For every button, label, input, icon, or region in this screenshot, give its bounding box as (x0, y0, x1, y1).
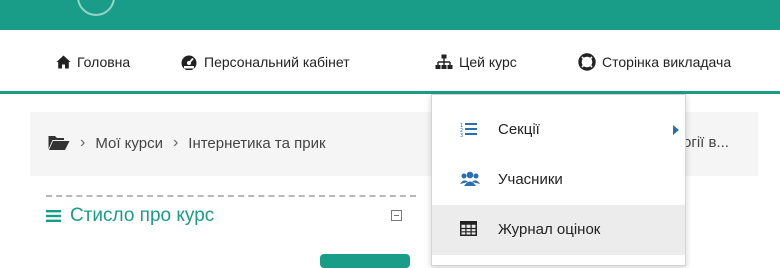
table-icon (460, 221, 477, 240)
nav-dashboard[interactable]: Персональний кабінет (180, 52, 350, 72)
sitemap-icon (435, 54, 453, 69)
bars-icon (46, 210, 61, 222)
nav-home[interactable]: Головна (56, 52, 130, 72)
nav-this-course[interactable]: Цей курс (435, 52, 517, 72)
nav-teacher-page[interactable]: Сторінка викладача (578, 52, 731, 72)
site-header (0, 0, 780, 30)
block-divider (46, 195, 416, 197)
svg-text:3: 3 (460, 133, 463, 137)
dropdown-item-label: Журнал оцінок (498, 221, 601, 238)
list-ol-icon: 1 2 3 (460, 121, 478, 141)
nav-this-course-label: Цей курс (459, 54, 517, 70)
dropdown-item-participants[interactable]: Учасники (432, 155, 685, 205)
home-icon (56, 55, 71, 69)
users-icon (460, 171, 480, 191)
dropdown-item-sections[interactable]: 1 2 3 Секції (432, 105, 685, 155)
breadcrumb-course-tail[interactable]: огії в... (683, 134, 729, 151)
dashboard-icon (181, 55, 197, 70)
nav-teacher-page-label: Сторінка викладача (602, 54, 732, 70)
breadcrumb-separator: › (80, 134, 86, 151)
dropdown-item-label: Учасники (498, 171, 563, 188)
folder-open-icon[interactable] (48, 135, 70, 151)
breadcrumb-my-courses[interactable]: Мої курси (95, 135, 163, 152)
dropdown-item-label: Секції (498, 121, 540, 138)
life-ring-icon (578, 53, 596, 71)
nav-dashboard-label: Персональний кабінет (204, 54, 350, 70)
breadcrumb-course[interactable]: Інтернетика та прик (188, 135, 325, 152)
nav-home-label: Головна (77, 54, 131, 70)
site-logo[interactable] (77, 0, 115, 16)
breadcrumb-separator: › (172, 134, 179, 151)
block-title: Стисло про курс (70, 205, 215, 226)
this-course-dropdown: 1 2 3 Секції Учасники Журнал оцінок (431, 94, 686, 266)
block-collapse-button[interactable] (391, 210, 402, 221)
caret-right-icon (673, 125, 679, 135)
dropdown-item-gradebook[interactable]: Журнал оцінок (432, 205, 685, 255)
primary-navigation: Головна Персональний кабінет Цей курс Ст… (0, 30, 780, 94)
breadcrumb-trail: › Мої курси › Інтернетика та прик (48, 134, 326, 152)
block-action-button[interactable] (320, 254, 410, 268)
course-summary-block-header: Стисло про курс (46, 205, 214, 227)
